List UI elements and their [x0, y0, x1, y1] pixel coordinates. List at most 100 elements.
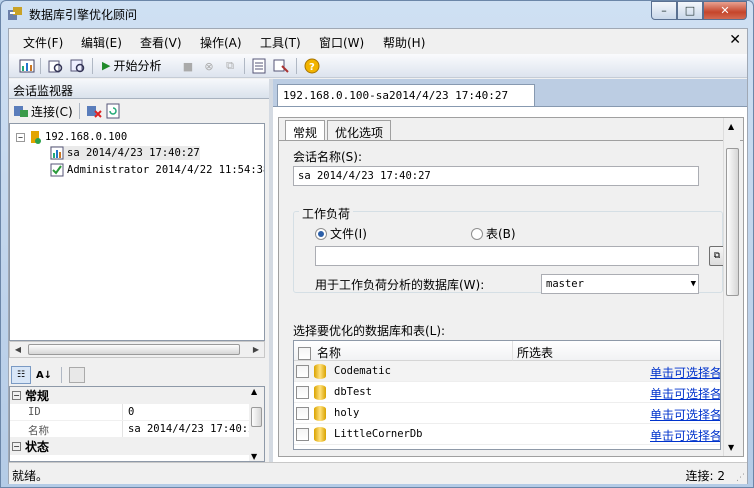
- chevron-down-icon: ▼: [690, 279, 696, 289]
- scroll-thumb[interactable]: [28, 344, 240, 355]
- select-tables-link[interactable]: 单击可选择各: [650, 385, 720, 402]
- table-row[interactable]: LittleCornerDb 单击可选择各: [294, 424, 720, 445]
- scroll-thumb[interactable]: [726, 148, 739, 296]
- workload-table-radio[interactable]: 表(B): [471, 225, 516, 242]
- session-monitor-icon[interactable]: [19, 58, 35, 74]
- property-pages-icon[interactable]: [69, 367, 85, 383]
- connection-count: 连接: 2: [685, 469, 726, 483]
- tree-horizontal-scrollbar[interactable]: ◀ ▶: [9, 341, 265, 358]
- session-monitor-toolbar: 连接(C): [9, 100, 271, 122]
- select-tables-link[interactable]: 单击可选择各: [650, 406, 720, 423]
- select-databases-label: 选择要优化的数据库和表(L):: [293, 324, 446, 338]
- load-session-icon[interactable]: [70, 58, 86, 74]
- row-checkbox[interactable]: [296, 386, 309, 399]
- tab-general[interactable]: 常规: [285, 120, 326, 140]
- copy-icon[interactable]: ⧉: [222, 58, 238, 74]
- mdi-close-icon[interactable]: ✕: [729, 32, 741, 48]
- menu-view[interactable]: 查看(V): [140, 34, 182, 51]
- stop-icon[interactable]: ■: [180, 58, 196, 74]
- play-icon: ▶: [102, 59, 111, 72]
- resize-grip-icon[interactable]: ⋰: [736, 473, 745, 483]
- document-area: 192.168.0.100-sa2014/4/23 17:40:27 常规 优化…: [273, 79, 747, 462]
- scroll-up-icon[interactable]: ▲: [251, 387, 257, 396]
- maximize-button[interactable]: □: [677, 1, 703, 20]
- scroll-down-icon[interactable]: ▼: [251, 452, 257, 461]
- workload-group-label: 工作负荷: [299, 205, 354, 222]
- session-icon: [50, 146, 64, 160]
- scroll-left-icon[interactable]: ◀: [10, 342, 26, 357]
- server-icon: [31, 131, 41, 144]
- menu-tools[interactable]: 工具(T): [260, 34, 301, 51]
- minimize-button[interactable]: –: [651, 1, 677, 20]
- select-all-checkbox[interactable]: [298, 347, 311, 360]
- workload-file-input[interactable]: [315, 246, 699, 266]
- cancel-icon[interactable]: ⊗: [201, 58, 217, 74]
- disconnect-icon[interactable]: [86, 103, 102, 119]
- menu-action[interactable]: 操作(A): [200, 34, 242, 51]
- property-row[interactable]: 名称 sa 2014/4/23 17:40:27: [10, 421, 261, 438]
- properties-scrollbar[interactable]: ▲ ▼: [249, 387, 264, 461]
- start-analysis-button[interactable]: ▶ 开始分析: [102, 57, 161, 74]
- tree-session-item[interactable]: Administrator 2014/4/22 11:54:38: [50, 163, 264, 177]
- connect-button[interactable]: 连接(C): [13, 103, 73, 120]
- tree-session-item[interactable]: sa 2014/4/23 17:40:27: [50, 146, 200, 160]
- database-icon: [314, 385, 326, 400]
- app-icon: [8, 7, 22, 20]
- scroll-thumb[interactable]: [251, 407, 262, 427]
- workload-file-radio[interactable]: 文件(I): [315, 225, 367, 242]
- workload-db-label: 用于工作负荷分析的数据库(W):: [315, 278, 485, 292]
- row-checkbox[interactable]: [296, 365, 309, 378]
- status-text: 就绪。: [12, 469, 49, 483]
- table-row[interactable]: holy 单击可选择各: [294, 403, 720, 424]
- menu-window[interactable]: 窗口(W): [319, 34, 364, 51]
- menu-help[interactable]: 帮助(H): [383, 34, 425, 51]
- select-tables-link[interactable]: 单击可选择各: [650, 364, 720, 381]
- document-tab[interactable]: 192.168.0.100-sa2014/4/23 17:40:27: [277, 84, 535, 106]
- tab-tuning-options[interactable]: 优化选项: [327, 120, 392, 140]
- column-header-selected[interactable]: 所选表: [512, 341, 720, 361]
- property-row[interactable]: ID 0: [10, 404, 250, 421]
- row-checkbox[interactable]: [296, 428, 309, 441]
- collapse-icon[interactable]: −: [12, 391, 21, 400]
- session-monitor-title: 会话监视器: [9, 79, 271, 99]
- browse-icon: ⧉: [713, 251, 721, 261]
- column-header-name[interactable]: 名称: [294, 341, 512, 361]
- document-body: 常规 优化选项 会话名称(S): sa 2014/4/23 17:40:27 工…: [273, 106, 747, 462]
- table-row[interactable]: Codematic 单击可选择各: [294, 361, 720, 382]
- svg-text:?: ?: [309, 62, 315, 73]
- scroll-up-icon[interactable]: ▲: [728, 122, 734, 131]
- help-icon[interactable]: ?: [304, 58, 320, 74]
- window-title: 数据库引擎优化顾问: [29, 8, 138, 22]
- scroll-right-icon[interactable]: ▶: [248, 342, 264, 357]
- options-icon[interactable]: [273, 58, 289, 74]
- menu-edit[interactable]: 编辑(E): [81, 34, 122, 51]
- collapse-icon[interactable]: −: [12, 442, 21, 451]
- refresh-icon[interactable]: [105, 103, 121, 119]
- properties-toolbar: ☷ A↓: [9, 364, 269, 386]
- report-icon[interactable]: [251, 58, 267, 74]
- select-tables-link[interactable]: 单击可选择各: [650, 427, 720, 444]
- alphabetical-icon[interactable]: A↓: [34, 366, 54, 384]
- open-file-icon[interactable]: [48, 58, 64, 74]
- session-tree[interactable]: − 192.168.0.100 sa 2014/4/23 17:40:27 Ad…: [9, 123, 265, 341]
- tab-control: 常规 优化选项 会话名称(S): sa 2014/4/23 17:40:27 工…: [278, 117, 744, 457]
- property-category-general[interactable]: − 常规: [10, 387, 250, 404]
- radio-unselected-icon: [471, 227, 483, 240]
- status-bar: 就绪。 连接: 2 ⋰: [9, 462, 747, 484]
- tree-server-node[interactable]: − 192.168.0.100: [16, 130, 127, 144]
- scroll-down-icon[interactable]: ▼: [728, 443, 734, 452]
- collapse-icon[interactable]: −: [16, 132, 25, 142]
- radio-selected-icon: [315, 227, 327, 240]
- connect-icon: [14, 106, 28, 117]
- menu-file[interactable]: 文件(F): [23, 34, 63, 51]
- row-checkbox[interactable]: [296, 407, 309, 420]
- categorized-icon[interactable]: ☷: [11, 366, 31, 384]
- session-name-input[interactable]: sa 2014/4/23 17:40:27: [293, 166, 699, 186]
- close-button[interactable]: ✕: [703, 1, 747, 20]
- session-monitor-panel: 会话监视器 连接(C) − 192.168.0.100 sa 2014/4/23…: [9, 79, 271, 462]
- document-scrollbar[interactable]: ▲ ▼: [723, 118, 740, 456]
- database-icon: [314, 427, 326, 442]
- workload-db-select[interactable]: master ▼: [541, 274, 699, 294]
- property-category-status[interactable]: − 状态: [10, 438, 250, 455]
- table-row[interactable]: dbTest 单击可选择各: [294, 382, 720, 403]
